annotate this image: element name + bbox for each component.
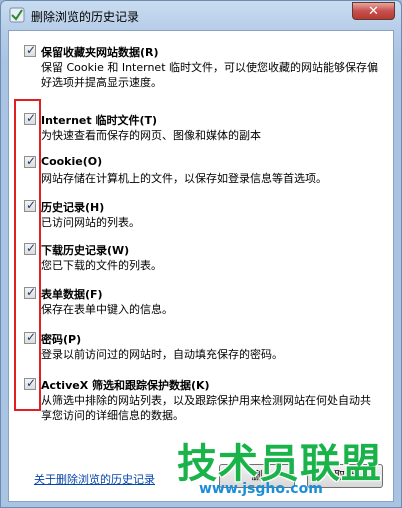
window-title: 删除浏览的历史记录 <box>31 10 140 24</box>
checkbox-highlight-box <box>14 99 41 411</box>
ie-checkmark-icon <box>9 7 25 23</box>
checkbox-preserve-favorites[interactable]: ✓ <box>24 43 37 57</box>
option-title: Cookie(O) <box>41 155 103 168</box>
close-button[interactable]: ✕ <box>352 2 395 20</box>
option-description: 已访问网站的列表。 <box>41 216 140 229</box>
watermark-url: www.jsgho.com <box>199 481 323 497</box>
option-description: 您已下载的文件的列表。 <box>41 259 162 272</box>
watermark: 技术员联盟 www.jsgho.com <box>171 431 396 506</box>
option-description: 登录以前访问过的网站时，自动填充保存的密码。 <box>41 348 283 361</box>
option-description: 保留 Cookie 和 Internet 临时文件，可以使您收藏的网站能够保存偏… <box>41 61 378 89</box>
option-description: 保存在表单中键入的信息。 <box>41 303 173 316</box>
about-delete-history-link[interactable]: 关于删除浏览的历史记录 <box>34 471 155 487</box>
dialog-window: 删除浏览的历史记录 ✕ ✓ 保留收藏夹网站数据(R) 保留 Cookie 和 I… <box>0 0 402 508</box>
option-title: 保留收藏夹网站数据(R) <box>41 46 159 59</box>
option-title: Internet 临时文件(T) <box>41 114 158 127</box>
title-bar[interactable]: 删除浏览的历史记录 ✕ <box>1 1 401 29</box>
option-title: ActiveX 筛选和跟踪保护数据(K) <box>41 379 210 392</box>
option-title: 密码(P) <box>41 333 82 346</box>
option-title: 表单数据(F) <box>41 288 103 301</box>
option-title: 历史记录(H) <box>41 201 105 214</box>
option-title: 下载历史记录(W) <box>41 244 130 257</box>
option-description: 网站存储在计算机上的文件，以保存如登录信息等首选项。 <box>41 172 327 185</box>
checkmark-icon: ✓ <box>26 43 37 57</box>
option-description: 从筛选中排除的网站列表，以及跟踪保护用来检测网站在何处自动共享您访问的详细信息的… <box>41 394 371 422</box>
option-description: 为快速查看而保存的网页、图像和媒体的副本 <box>41 129 261 142</box>
